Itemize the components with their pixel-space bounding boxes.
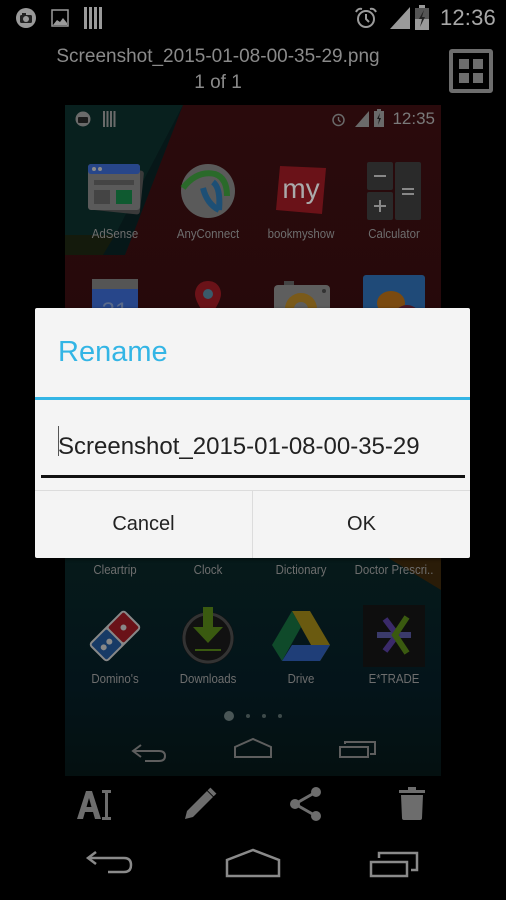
app-downloads: Downloads [161, 605, 255, 686]
file-name-title: Screenshot_2015-01-08-00-35-29.png [56, 46, 380, 67]
pencil-icon [183, 787, 217, 826]
delete-button[interactable] [391, 784, 435, 828]
app-drive: Drive [254, 605, 348, 686]
app-label: bookmyshow [267, 226, 335, 241]
text-cursor [58, 426, 59, 456]
app-label: AnyConnect [176, 226, 240, 241]
drive-icon [270, 605, 332, 667]
rename-dialog: Rename Cancel OK [35, 308, 470, 558]
page-dot [278, 713, 282, 718]
app-label-clock: Clock [193, 562, 223, 577]
share-button[interactable] [284, 784, 328, 828]
recents-button[interactable] [369, 848, 429, 888]
preview-signal-icon [355, 111, 369, 132]
preview-back-icon [131, 743, 167, 768]
app-label: Drive [287, 671, 315, 686]
image-position: 1 of 1 [194, 72, 242, 93]
home-icon [225, 848, 281, 882]
preview-battery-icon [374, 109, 384, 132]
app-etrade: E*TRADE [347, 605, 441, 686]
calculator-icon [363, 160, 425, 222]
dialog-title-divider [35, 397, 470, 400]
app-label: E*TRADE [368, 671, 420, 686]
app-label: Domino's [91, 671, 139, 686]
preview-camera-icon [75, 111, 91, 132]
app-label: Calculator [368, 226, 420, 241]
status-time: 12:36 [439, 5, 496, 30]
filename-input[interactable] [41, 418, 465, 478]
preview-status-time: 12:35 [392, 109, 435, 128]
app-label-doctor-prescriptions: Doctor Prescri.. [354, 562, 434, 577]
back-button[interactable] [84, 848, 144, 888]
preview-recents-icon [339, 739, 377, 764]
home-button[interactable] [225, 848, 285, 888]
status-bar: 12:36 [0, 0, 506, 36]
app-label: AdSense [91, 226, 139, 241]
rename-text-button[interactable] [72, 784, 116, 828]
grid-view-button[interactable] [449, 49, 493, 93]
preview-barcode-icon [103, 111, 116, 132]
alarm-icon [354, 7, 378, 34]
anyconnect-icon [177, 160, 239, 222]
dominos-icon [84, 605, 146, 667]
recents-icon [369, 851, 421, 882]
ok-button[interactable]: OK [253, 491, 470, 558]
cancel-button[interactable]: Cancel [35, 491, 252, 558]
image-notification-icon [51, 9, 69, 32]
camera-notification-icon [15, 7, 37, 34]
app-label-cleartrip: Cleartrip [93, 562, 137, 577]
svg-text:my: my [282, 173, 319, 204]
downloads-icon [177, 605, 239, 667]
app-label-dictionary: Dictionary [275, 562, 327, 577]
page-dot-active [224, 710, 234, 721]
back-icon [84, 851, 134, 882]
text-format-icon [75, 787, 113, 826]
app-bookmyshow: my bookmyshow [254, 160, 348, 241]
signal-icon [390, 7, 410, 34]
preview-nav-bar [65, 735, 441, 770]
preview-alarm-icon [330, 111, 347, 132]
etrade-icon [363, 605, 425, 667]
share-icon [289, 786, 323, 827]
app-dominos: Domino's [68, 605, 162, 686]
dialog-title: Rename [58, 336, 168, 368]
barcode-notification-icon [84, 7, 102, 34]
battery-charging-icon [415, 5, 429, 35]
adsense-icon [84, 160, 146, 222]
app-anyconnect: AnyConnect [161, 160, 255, 241]
app-label: Downloads [179, 671, 237, 686]
trash-icon [399, 786, 427, 826]
bookmyshow-icon: my [270, 160, 332, 222]
preview-home-icon [233, 737, 273, 764]
page-dot [262, 713, 266, 718]
page-dot [246, 713, 250, 718]
edit-button[interactable] [178, 784, 222, 828]
app-calculator: Calculator [347, 160, 441, 241]
page-indicator [65, 707, 441, 725]
app-adsense: AdSense [68, 160, 162, 241]
